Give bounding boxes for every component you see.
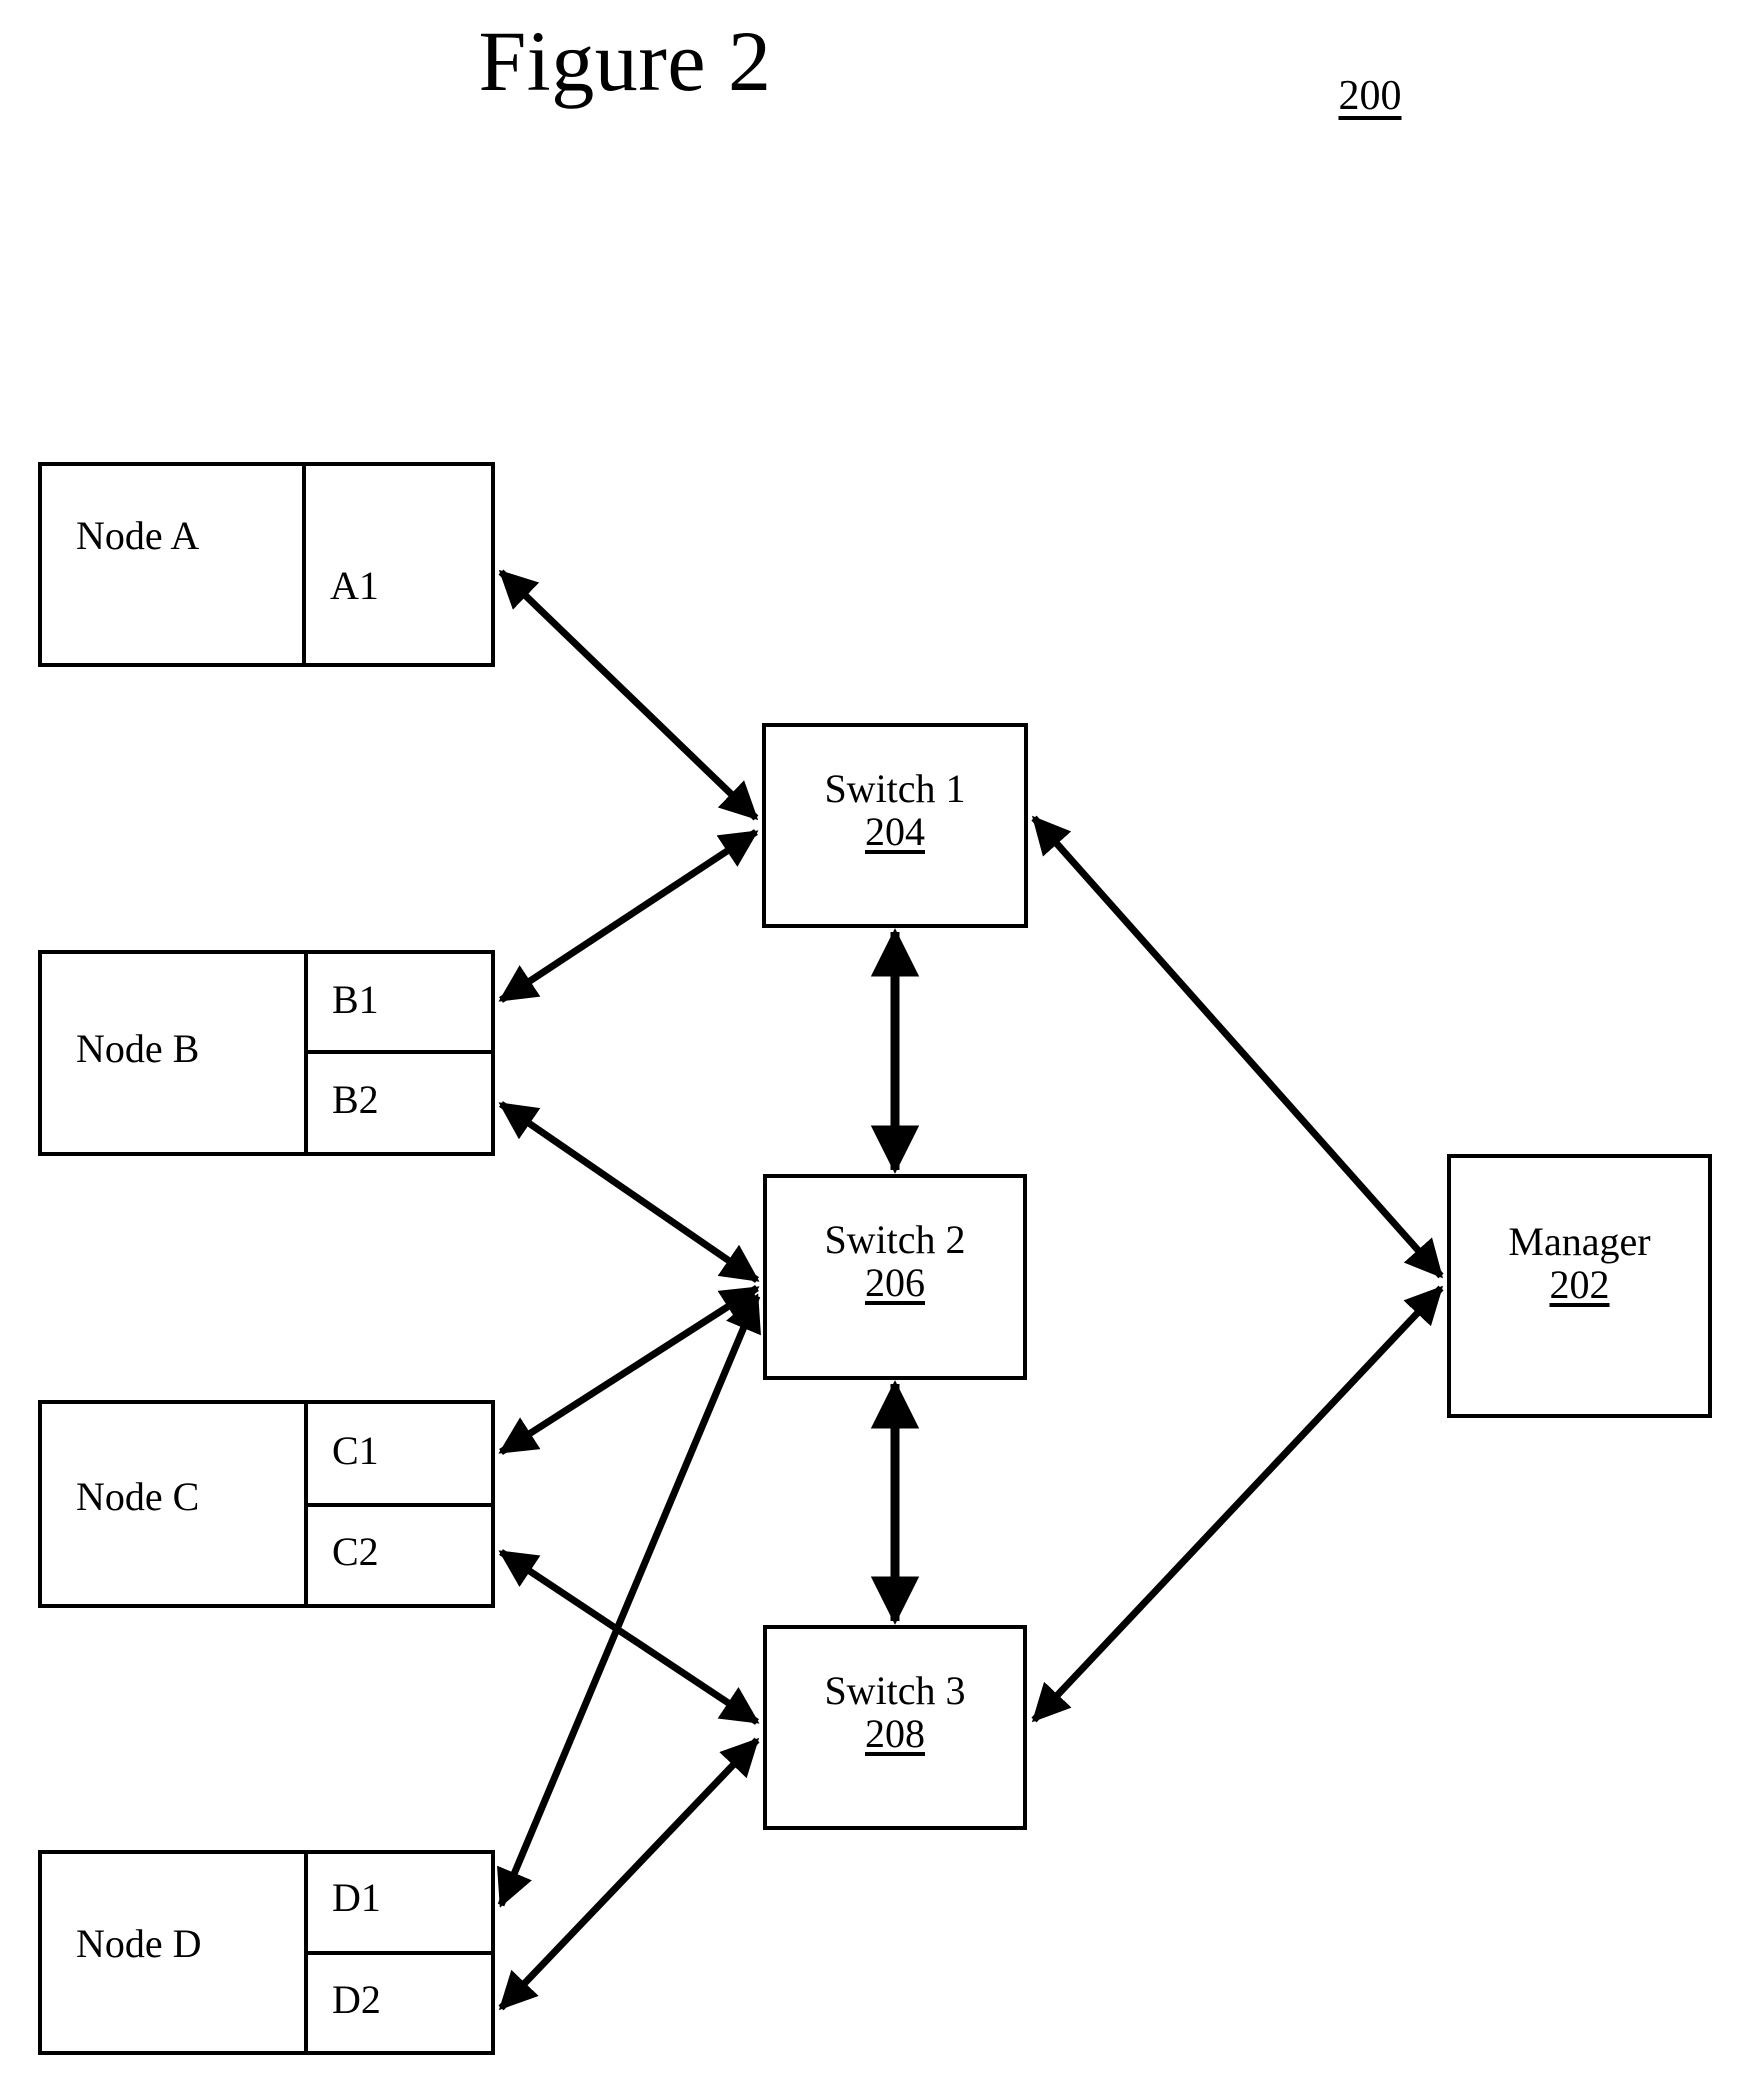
connector-c1-switch2 (498, 1285, 760, 1455)
node-d-label: Node D (76, 1921, 202, 1966)
node-b-label: Node B (76, 1026, 200, 1071)
node-a-divider (302, 466, 306, 663)
node-c-box[interactable]: Node C C1 C2 (38, 1400, 495, 1608)
node-d-port-d1-label: D1 (332, 1875, 381, 1920)
node-d-box[interactable]: Node D D1 D2 (38, 1850, 495, 2055)
connector-b2-switch2 (498, 1101, 760, 1283)
connector-a1-switch1 (498, 569, 759, 821)
switch-2-title: Switch 2 (824, 1217, 966, 1262)
connector-switch3-manager (1031, 1285, 1444, 1723)
connector-c2-switch3 (498, 1549, 760, 1725)
node-c-label: Node C (76, 1474, 200, 1519)
connector-d2-switch3 (498, 1737, 760, 2011)
switch-2-box[interactable]: Switch 2 206 (763, 1174, 1027, 1380)
switch-1-reference: 204 (865, 809, 925, 855)
node-d-port-divider (304, 1951, 491, 1955)
connector-d1-switch2 (497, 1293, 761, 1908)
switch-2-reference: 206 (865, 1260, 925, 1306)
node-b-port-b1-label: B1 (332, 977, 379, 1022)
switch-1-title: Switch 1 (824, 766, 966, 811)
node-a-box[interactable]: Node A A1 (38, 462, 495, 667)
manager-title: Manager (1508, 1219, 1651, 1264)
switch-3-reference: 208 (865, 1711, 925, 1757)
switch-3-box[interactable]: Switch 3 208 (763, 1625, 1027, 1830)
node-b-box[interactable]: Node B B1 B2 (38, 950, 495, 1156)
switch-3-title: Switch 3 (824, 1668, 966, 1713)
node-c-port-c1-label: C1 (332, 1428, 379, 1473)
figure-page: Figure 2 200 Node A A1 Switch 1 204 Node… (0, 0, 1745, 2077)
connector-b1-switch1 (498, 829, 759, 1003)
manager-reference: 202 (1549, 1262, 1610, 1308)
node-b-port-b2-label: B2 (332, 1077, 379, 1122)
connector-switch1-manager (1031, 815, 1444, 1279)
node-a-port-a1-label: A1 (330, 563, 379, 608)
node-d-port-d2-label: D2 (332, 1977, 381, 2022)
node-a-label: Node A (76, 513, 200, 558)
node-c-port-c2-label: C2 (332, 1529, 379, 1574)
switch-1-box[interactable]: Switch 1 204 (762, 723, 1028, 928)
node-b-port-divider (304, 1050, 491, 1054)
node-c-port-divider (304, 1503, 491, 1507)
manager-box[interactable]: Manager 202 (1447, 1154, 1712, 1418)
